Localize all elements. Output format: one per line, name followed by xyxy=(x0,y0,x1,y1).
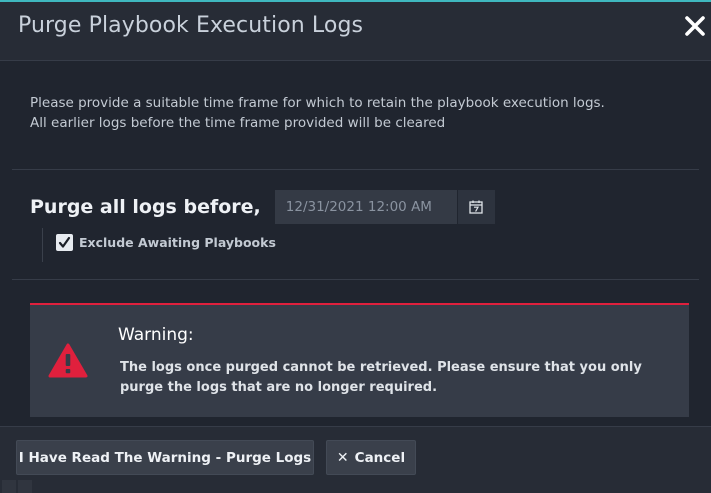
purge-logs-modal: Purge Playbook Execution Logs Please pro… xyxy=(0,0,711,493)
modal-title: Purge Playbook Execution Logs xyxy=(18,13,364,38)
purge-date-input[interactable] xyxy=(274,190,457,224)
purge-logs-button[interactable]: I Have Read The Warning - Purge Logs xyxy=(16,440,314,475)
cancel-button[interactable]: ✕ Cancel xyxy=(326,440,416,475)
intro-line-2: All earlier logs before the time frame p… xyxy=(30,115,446,131)
times-icon: ✕ xyxy=(336,449,349,466)
purge-before-label: Purge all logs before, xyxy=(30,196,261,218)
calendar-button[interactable] xyxy=(456,190,495,224)
warning-panel: Warning: The logs once purged cannot be … xyxy=(30,303,689,417)
option-guide-line xyxy=(42,228,43,262)
warning-title: Warning: xyxy=(118,325,194,345)
modal-header: Purge Playbook Execution Logs xyxy=(0,2,711,61)
intro-text: Please provide a suitable time frame for… xyxy=(30,93,700,133)
background-block xyxy=(18,480,32,493)
divider xyxy=(12,169,699,170)
exclude-awaiting-checkbox[interactable] xyxy=(56,234,73,251)
close-icon[interactable] xyxy=(683,14,707,38)
exclude-awaiting-option[interactable]: Exclude Awaiting Playbooks xyxy=(56,234,276,251)
cancel-button-label: Cancel xyxy=(354,449,406,466)
background-block xyxy=(2,480,16,493)
checkmark-icon xyxy=(58,236,71,248)
intro-line-1: Please provide a suitable time frame for… xyxy=(30,95,605,111)
warning-message: The logs once purged cannot be retrieved… xyxy=(120,360,642,395)
divider xyxy=(12,279,699,280)
purge-logs-button-label: I Have Read The Warning - Purge Logs xyxy=(18,449,312,466)
calendar-icon xyxy=(469,200,483,214)
purge-date-row: Purge all logs before, xyxy=(30,190,495,224)
warning-icon xyxy=(48,343,88,379)
modal-footer: I Have Read The Warning - Purge Logs ✕ C… xyxy=(0,426,711,493)
exclude-awaiting-label: Exclude Awaiting Playbooks xyxy=(79,235,276,250)
background-fragment xyxy=(0,480,40,493)
